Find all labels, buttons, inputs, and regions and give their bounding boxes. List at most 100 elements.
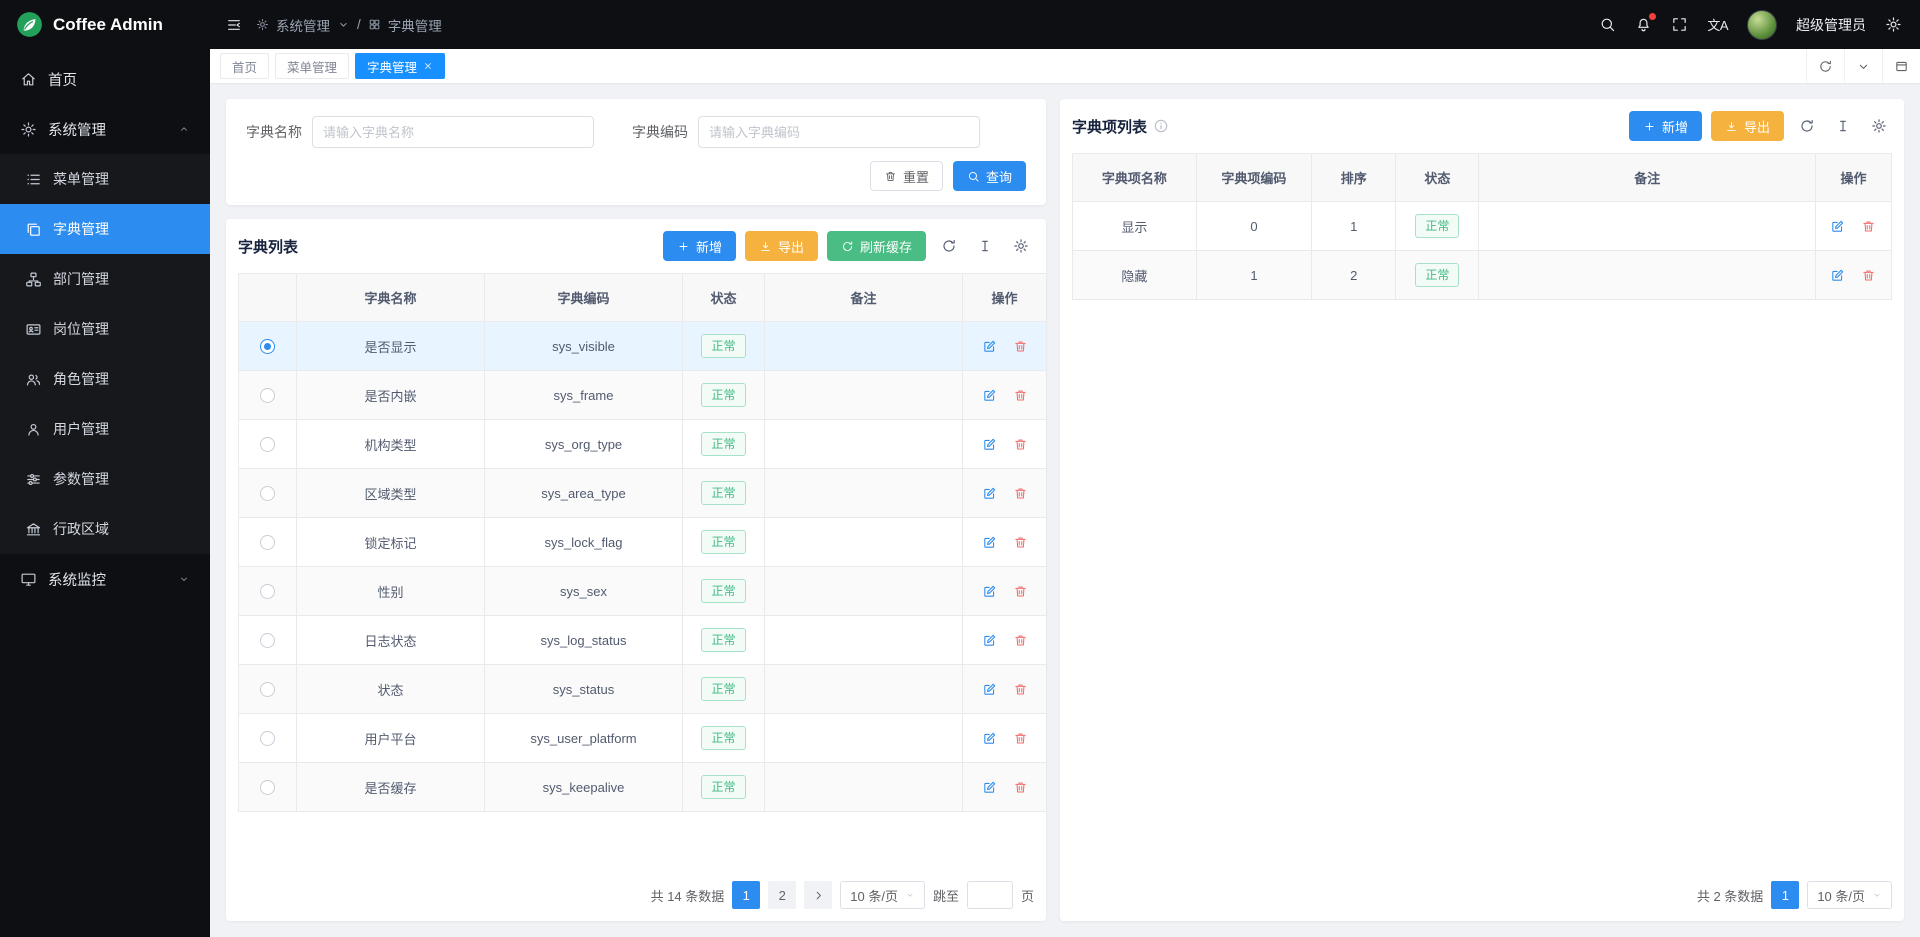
sidebar-item-home[interactable]: 首页 (0, 54, 210, 104)
tab-menu-management[interactable]: 菜单管理 (275, 53, 349, 79)
table-row[interactable]: 区域类型 sys_area_type 正常 (239, 469, 1047, 518)
maximize-pane-button[interactable] (1882, 49, 1920, 83)
page-size-select[interactable]: 10 条/页 (840, 881, 925, 909)
export-dict-items-button[interactable]: 导出 (1711, 111, 1784, 141)
refresh-tab-button[interactable] (1806, 49, 1844, 83)
row-radio[interactable] (260, 682, 275, 697)
table-settings-button[interactable] (1007, 233, 1034, 260)
row-radio[interactable] (260, 584, 275, 599)
delete-icon[interactable] (1013, 339, 1028, 354)
refresh-cache-button[interactable]: 刷新缓存 (827, 231, 926, 261)
delete-icon[interactable] (1861, 219, 1876, 234)
refresh-table-button[interactable] (1793, 113, 1820, 140)
page-button-1[interactable]: 1 (732, 881, 760, 909)
edit-icon[interactable] (982, 731, 997, 746)
next-page-button[interactable] (804, 881, 832, 909)
column-header: 字典编码 (485, 274, 683, 322)
row-radio[interactable] (260, 780, 275, 795)
page-button-1[interactable]: 1 (1771, 881, 1799, 909)
table-settings-button[interactable] (1865, 113, 1892, 140)
row-radio[interactable] (260, 633, 275, 648)
edit-icon[interactable] (1830, 219, 1845, 234)
table-row[interactable]: 是否缓存 sys_keepalive 正常 (239, 763, 1047, 812)
sidebar-item-system-monitor[interactable]: 系统监控 (0, 554, 210, 604)
row-radio[interactable] (260, 535, 275, 550)
translate-icon[interactable] (1707, 15, 1728, 34)
row-radio[interactable] (260, 388, 275, 403)
table-row[interactable]: 是否显示 sys_visible 正常 (239, 322, 1047, 371)
page-size-select[interactable]: 10 条/页 (1807, 881, 1892, 909)
dictionary-items-pagination: 共 2 条数据 1 10 条/页 (1072, 869, 1892, 909)
refresh-table-button[interactable] (935, 233, 962, 260)
table-row[interactable]: 用户平台 sys_user_platform 正常 (239, 714, 1047, 763)
edit-icon[interactable] (982, 388, 997, 403)
collapse-sidebar-icon[interactable] (226, 17, 242, 33)
jump-page-input[interactable] (967, 881, 1013, 909)
dict-code-input[interactable] (698, 116, 980, 148)
sidebar-item-department-management[interactable]: 部门管理 (0, 254, 210, 304)
table-row[interactable]: 显示 0 1 正常 (1073, 202, 1892, 251)
row-radio[interactable] (260, 339, 275, 354)
edit-icon[interactable] (982, 584, 997, 599)
table-row[interactable]: 隐藏 1 2 正常 (1073, 251, 1892, 300)
edit-icon[interactable] (982, 437, 997, 452)
breadcrumb-item-system[interactable]: 系统管理 (276, 15, 330, 35)
sidebar-item-user-management[interactable]: 用户管理 (0, 404, 210, 454)
table-row[interactable]: 状态 sys_status 正常 (239, 665, 1047, 714)
row-density-button[interactable] (1829, 113, 1856, 140)
tab-home[interactable]: 首页 (220, 53, 269, 79)
sidebar-item-position-management[interactable]: 岗位管理 (0, 304, 210, 354)
sidebar-item-dictionary-management[interactable]: 字典管理 (0, 204, 210, 254)
delete-icon[interactable] (1861, 268, 1876, 283)
edit-icon[interactable] (982, 535, 997, 550)
avatar[interactable] (1747, 10, 1777, 40)
reset-button[interactable]: 重置 (870, 161, 943, 191)
export-dictionary-button[interactable]: 导出 (745, 231, 818, 261)
delete-icon[interactable] (1013, 682, 1028, 697)
column-header: 备注 (765, 274, 963, 322)
username[interactable]: 超级管理员 (1796, 15, 1866, 35)
add-dict-item-button[interactable]: 新增 (1629, 111, 1702, 141)
search-icon[interactable] (1599, 16, 1616, 33)
delete-icon[interactable] (1013, 731, 1028, 746)
page-button-2[interactable]: 2 (768, 881, 796, 909)
add-dictionary-button[interactable]: 新增 (663, 231, 736, 261)
table-row[interactable]: 机构类型 sys_org_type 正常 (239, 420, 1047, 469)
settings-gear-icon[interactable] (1885, 16, 1902, 33)
tabs-more-button[interactable] (1844, 49, 1882, 83)
delete-icon[interactable] (1013, 535, 1028, 550)
tab-dictionary-management[interactable]: 字典管理 (355, 53, 445, 79)
table-row[interactable]: 是否内嵌 sys_frame 正常 (239, 371, 1047, 420)
delete-icon[interactable] (1013, 780, 1028, 795)
row-radio[interactable] (260, 486, 275, 501)
row-density-button[interactable] (971, 233, 998, 260)
sidebar-item-role-management[interactable]: 角色管理 (0, 354, 210, 404)
sidebar-item-parameter-management[interactable]: 参数管理 (0, 454, 210, 504)
table-row[interactable]: 性别 sys_sex 正常 (239, 567, 1047, 616)
delete-icon[interactable] (1013, 437, 1028, 452)
edit-icon[interactable] (982, 486, 997, 501)
edit-icon[interactable] (982, 682, 997, 697)
close-tab-icon[interactable] (423, 61, 433, 71)
header-actions: 超级管理员 (1599, 10, 1902, 40)
sidebar-item-menu-management[interactable]: 菜单管理 (0, 154, 210, 204)
row-radio[interactable] (260, 437, 275, 452)
delete-icon[interactable] (1013, 633, 1028, 648)
dict-name-input[interactable] (312, 116, 594, 148)
edit-icon[interactable] (1830, 268, 1845, 283)
sidebar-item-system-management[interactable]: 系统管理 (0, 104, 210, 154)
edit-icon[interactable] (982, 780, 997, 795)
delete-icon[interactable] (1013, 486, 1028, 501)
row-radio[interactable] (260, 731, 275, 746)
delete-icon[interactable] (1013, 388, 1028, 403)
delete-icon[interactable] (1013, 584, 1028, 599)
edit-icon[interactable] (982, 339, 997, 354)
table-row[interactable]: 日志状态 sys_log_status 正常 (239, 616, 1047, 665)
edit-icon[interactable] (982, 633, 997, 648)
sidebar-item-administrative-region[interactable]: 行政区域 (0, 504, 210, 554)
app-logo[interactable]: Coffee Admin (0, 0, 210, 49)
table-row[interactable]: 锁定标记 sys_lock_flag 正常 (239, 518, 1047, 567)
notifications-button[interactable] (1635, 16, 1652, 33)
fullscreen-icon[interactable] (1671, 16, 1688, 33)
query-button[interactable]: 查询 (953, 161, 1026, 191)
